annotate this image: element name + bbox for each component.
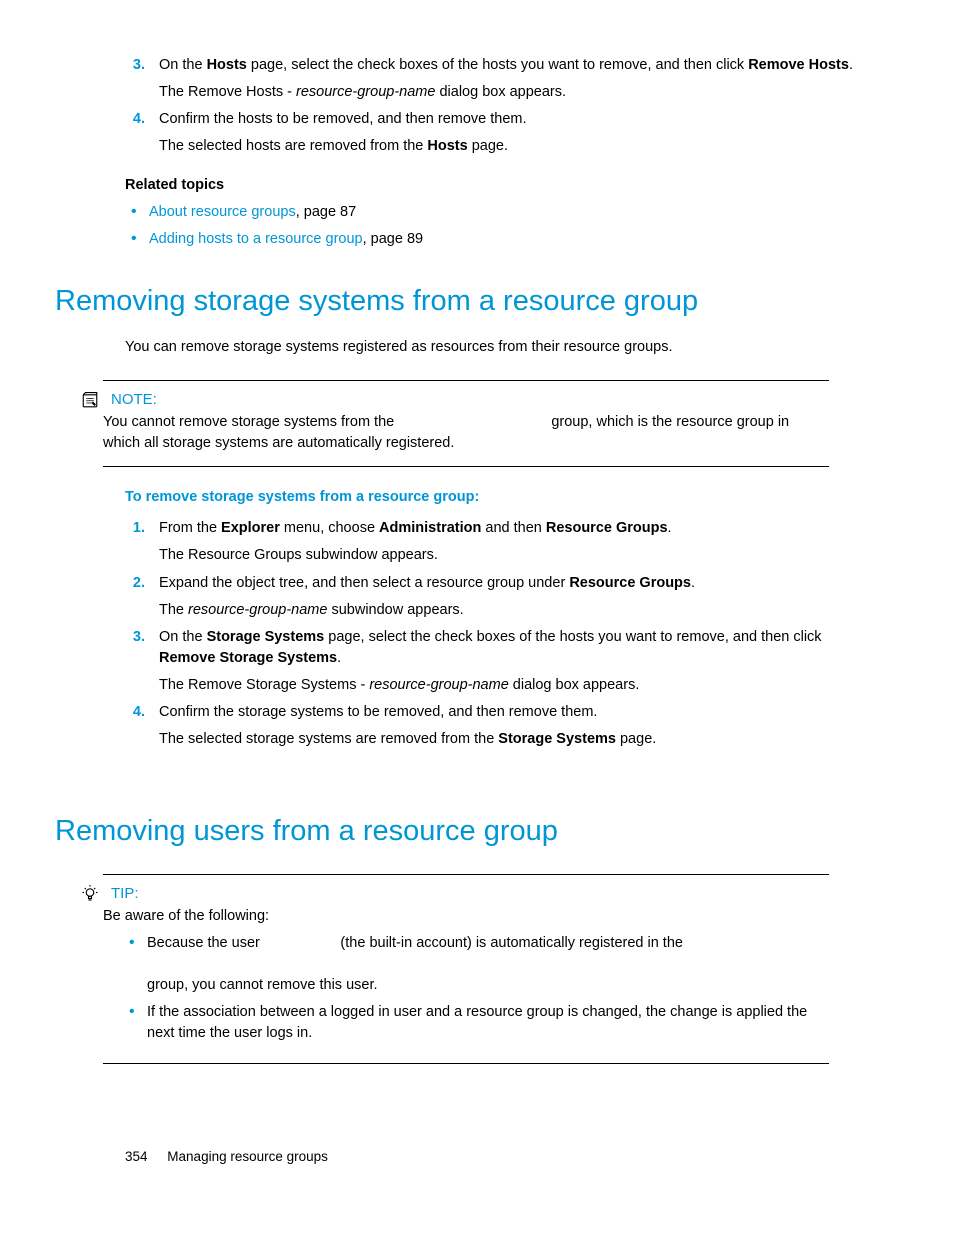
text: Confirm the hosts to be removed, and the… bbox=[159, 111, 527, 127]
step-number: 2. bbox=[125, 573, 145, 621]
text: subwindow appears. bbox=[327, 602, 463, 618]
step-body: Expand the object tree, and then select … bbox=[159, 573, 854, 621]
step-body: Confirm the hosts to be removed, and the… bbox=[159, 109, 854, 157]
text: The Resource Groups subwindow appears. bbox=[159, 545, 854, 566]
tip-intro: Be aware of the following: bbox=[103, 906, 829, 927]
list-item: About resource groups, page 87 bbox=[125, 202, 854, 223]
text: dialog box appears. bbox=[509, 677, 640, 693]
chapter-title: Managing resource groups bbox=[167, 1149, 328, 1164]
tip-admonition: TIP: Be aware of the following: Because … bbox=[103, 874, 829, 1064]
italic: resource-group-name bbox=[188, 602, 327, 618]
step-number: 4. bbox=[125, 702, 145, 750]
text: group, you cannot remove this user. bbox=[147, 977, 378, 993]
text: The Remove Hosts - bbox=[159, 84, 296, 100]
step-body: Confirm the storage systems to be remove… bbox=[159, 702, 854, 750]
text: page, select the check boxes of the host… bbox=[324, 629, 821, 645]
bold: Storage Systems bbox=[498, 731, 616, 747]
proc-step-2: 2. Expand the object tree, and then sele… bbox=[125, 573, 854, 621]
related-topics-list: About resource groups, page 87 Adding ho… bbox=[125, 202, 854, 250]
text: (the built-in account) is automatically … bbox=[336, 935, 683, 951]
step-number: 3. bbox=[125, 627, 145, 696]
text: , page 89 bbox=[363, 231, 423, 247]
bold: Explorer bbox=[221, 520, 280, 536]
page-number: 354 bbox=[125, 1149, 148, 1164]
text: menu, choose bbox=[280, 520, 379, 536]
step-number: 3. bbox=[125, 55, 145, 103]
list-item: Because the user (the built-in account) … bbox=[123, 933, 829, 996]
page-footer: 354 Managing resource groups bbox=[125, 1147, 328, 1167]
text: From the bbox=[159, 520, 221, 536]
link-about-resource-groups[interactable]: About resource groups bbox=[149, 204, 296, 220]
text: Confirm the storage systems to be remove… bbox=[159, 704, 597, 720]
step-body: On the Hosts page, select the check boxe… bbox=[159, 55, 854, 103]
step-number: 4. bbox=[125, 109, 145, 157]
note-icon bbox=[81, 391, 99, 409]
step-number: 1. bbox=[125, 518, 145, 566]
text: and then bbox=[481, 520, 546, 536]
text: The selected hosts are removed from the bbox=[159, 138, 427, 154]
section-intro: You can remove storage systems registere… bbox=[125, 337, 854, 358]
note-label: NOTE: bbox=[111, 389, 157, 411]
italic: resource-group-name bbox=[369, 677, 508, 693]
text: page. bbox=[468, 138, 508, 154]
text: page, select the check boxes of the host… bbox=[247, 57, 748, 73]
text: Because the user bbox=[147, 935, 264, 951]
section-heading-removing-users: Removing users from a resource group bbox=[55, 810, 854, 852]
step-4: 4. Confirm the hosts to be removed, and … bbox=[125, 109, 854, 157]
text: The selected storage systems are removed… bbox=[159, 731, 498, 747]
text: The bbox=[159, 602, 188, 618]
bold: Resource Groups bbox=[546, 520, 668, 536]
text: . bbox=[668, 520, 672, 536]
text: . bbox=[849, 57, 853, 73]
tip-list: Because the user (the built-in account) … bbox=[123, 933, 829, 1044]
note-admonition: NOTE: You cannot remove storage systems … bbox=[103, 380, 829, 468]
list-item: If the association between a logged in u… bbox=[123, 1002, 829, 1044]
text: . bbox=[691, 575, 695, 591]
step-3: 3. On the Hosts page, select the check b… bbox=[125, 55, 854, 103]
text: On the bbox=[159, 629, 207, 645]
text: Expand the object tree, and then select … bbox=[159, 575, 569, 591]
text: . bbox=[337, 650, 341, 666]
remove-hosts-bold: Remove Hosts bbox=[748, 57, 849, 73]
text: page. bbox=[616, 731, 656, 747]
proc-step-1: 1. From the Explorer menu, choose Admini… bbox=[125, 518, 854, 566]
text: , page 87 bbox=[296, 204, 356, 220]
text: The Remove Storage Systems - bbox=[159, 677, 369, 693]
link-adding-hosts[interactable]: Adding hosts to a resource group bbox=[149, 231, 363, 247]
hosts-bold: Hosts bbox=[207, 57, 247, 73]
step-body: On the Storage Systems page, select the … bbox=[159, 627, 854, 696]
related-topics-heading: Related topics bbox=[125, 175, 854, 196]
tip-icon bbox=[81, 885, 99, 903]
list-item: Adding hosts to a resource group, page 8… bbox=[125, 229, 854, 250]
hosts-bold: Hosts bbox=[427, 138, 467, 154]
bold: Resource Groups bbox=[569, 575, 691, 591]
rg-name-italic: resource-group-name bbox=[296, 84, 435, 100]
proc-step-4: 4. Confirm the storage systems to be rem… bbox=[125, 702, 854, 750]
tip-label: TIP: bbox=[111, 883, 139, 905]
step-body: From the Explorer menu, choose Administr… bbox=[159, 518, 854, 566]
text: On the bbox=[159, 57, 207, 73]
procedure-heading: To remove storage systems from a resourc… bbox=[125, 487, 854, 508]
bold: Administration bbox=[379, 520, 481, 536]
text: You cannot remove storage systems from t… bbox=[103, 414, 398, 430]
proc-step-3: 3. On the Storage Systems page, select t… bbox=[125, 627, 854, 696]
bold: Remove Storage Systems bbox=[159, 650, 337, 666]
text: dialog box appears. bbox=[435, 84, 566, 100]
section-heading-removing-storage: Removing storage systems from a resource… bbox=[55, 280, 854, 322]
bold: Storage Systems bbox=[207, 629, 325, 645]
